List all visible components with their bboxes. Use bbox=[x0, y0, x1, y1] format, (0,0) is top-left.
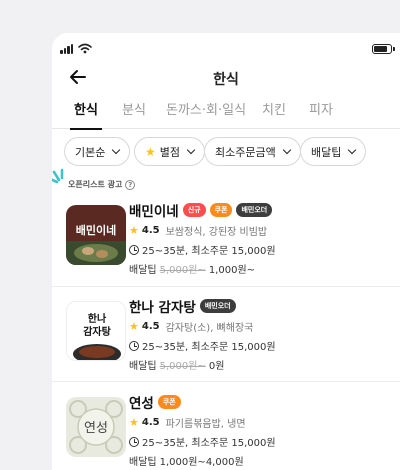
store-rating: 4.5 bbox=[141, 417, 160, 428]
store-name: 한나 감자탕 bbox=[129, 300, 196, 316]
store-rating: 4.5 bbox=[141, 225, 160, 236]
category-tabs: 한식 분식 돈까스·회·일식 치킨 피자 bbox=[52, 99, 400, 130]
ad-label-text: 오픈리스트 광고 bbox=[68, 180, 123, 189]
delivery-tip-range: 1,000원~4,000원 bbox=[159, 457, 244, 468]
tab-snack[interactable]: 분식 bbox=[122, 99, 146, 118]
delivery-tip-old: 5,000원~ bbox=[159, 361, 206, 372]
clock-icon bbox=[129, 340, 139, 351]
tab-chicken[interactable]: 치킨 bbox=[262, 99, 286, 118]
store-menu: 감자탕(소), 뼈해장국 bbox=[165, 323, 254, 334]
filter-label: 배달팁 bbox=[311, 145, 342, 159]
clock-icon bbox=[129, 436, 139, 447]
store-thumbnail: 연성 bbox=[66, 397, 126, 457]
badge-new: 신규 bbox=[182, 203, 206, 217]
thumb-text-line1: 한나 bbox=[88, 312, 107, 325]
star-icon: ★ bbox=[145, 144, 156, 159]
status-bar bbox=[60, 43, 395, 55]
page-title: 한식 bbox=[213, 72, 239, 88]
badge-coupon: 쿠폰 bbox=[157, 395, 181, 409]
store-rating: 4.5 bbox=[141, 321, 160, 332]
store-item-baemin[interactable]: 배민이네 배민이네 신규 쿠폰 배민오더 ★ 4.5 보쌈정식, 강된장 비빔밥… bbox=[52, 203, 400, 299]
chevron-down-icon bbox=[282, 145, 291, 155]
delivery-tip-label: 배달팁 bbox=[129, 361, 157, 372]
clock-icon bbox=[129, 244, 139, 255]
store-menu: 보쌈정식, 강된장 비빔밥 bbox=[165, 227, 268, 238]
question-circle-icon[interactable]: ? bbox=[125, 179, 136, 190]
battery-icon bbox=[372, 44, 395, 54]
thumb-text-line2: 감자탕 bbox=[83, 325, 111, 338]
delivery-tip-new: 1,000원~ bbox=[208, 265, 256, 276]
store-thumbnail: 한나 감자탕 bbox=[66, 301, 126, 361]
store-item-yeonseong[interactable]: 연성 연성 쿠폰 ★ 4.5 파기름볶음밥, 냉면 25~35분, 최소주문 1… bbox=[52, 395, 400, 470]
filter-rating-button[interactable]: ★ 별점 bbox=[134, 137, 206, 166]
badge-baemin-order: 배민오더 bbox=[199, 299, 236, 313]
signal-icon bbox=[60, 44, 74, 54]
thumb-text: 배민이네 bbox=[76, 223, 116, 237]
store-thumbnail: 배민이네 bbox=[66, 205, 126, 265]
ad-label: 오픈리스트 광고 ? bbox=[68, 179, 136, 190]
filter-min-order-button[interactable]: 최소주문금액 bbox=[204, 137, 301, 166]
filter-delivery-tip-button[interactable]: 배달팁 bbox=[300, 137, 367, 166]
store-menu: 파기름볶음밥, 냉면 bbox=[165, 419, 246, 430]
star-icon: ★ bbox=[129, 224, 139, 237]
filter-bar: 기본순 ★ 별점 최소주문금액 배달팁 bbox=[52, 137, 400, 167]
divider bbox=[52, 286, 400, 287]
delivery-tip-label: 배달팁 bbox=[129, 265, 157, 276]
star-icon: ★ bbox=[129, 320, 139, 333]
wifi-icon bbox=[78, 43, 92, 54]
badge-baemin-order: 배민오더 bbox=[236, 203, 273, 217]
delivery-tip-new: 0원 bbox=[208, 361, 225, 372]
phone-screen: 한식 한식 분식 돈까스·회·일식 치킨 피자 기본순 ★ 별점 최소주문금액 … bbox=[52, 33, 400, 470]
filter-label: 기본순 bbox=[75, 145, 106, 159]
store-time-min-order: 25~35분, 최소주문 15,000원 bbox=[142, 342, 276, 353]
chevron-down-icon bbox=[112, 145, 121, 155]
tab-pizza[interactable]: 피자 bbox=[309, 99, 333, 118]
filter-label: 최소주문금액 bbox=[215, 145, 276, 159]
thumb-text: 연성 bbox=[84, 421, 108, 436]
delivery-tip-label: 배달팁 bbox=[129, 457, 157, 468]
store-time-min-order: 25~35분, 최소주문 15,000원 bbox=[142, 246, 276, 257]
tab-korean[interactable]: 한식 bbox=[70, 99, 102, 130]
tab-cutlet-sushi[interactable]: 돈까스·회·일식 bbox=[166, 99, 246, 118]
chevron-down-icon bbox=[348, 145, 357, 155]
star-icon: ★ bbox=[129, 416, 139, 429]
filter-label: 별점 bbox=[159, 145, 181, 159]
store-name: 배민이네 bbox=[129, 204, 179, 220]
filter-sort-button[interactable]: 기본순 bbox=[64, 137, 131, 166]
header: 한식 bbox=[52, 63, 400, 91]
store-name: 연성 bbox=[129, 396, 154, 412]
badge-coupon: 쿠폰 bbox=[209, 203, 233, 217]
divider bbox=[52, 381, 400, 382]
delivery-tip-old: 5,000원~ bbox=[159, 265, 206, 276]
store-time-min-order: 25~35분, 최소주문 15,000원 bbox=[142, 438, 276, 449]
chevron-down-icon bbox=[186, 145, 196, 155]
